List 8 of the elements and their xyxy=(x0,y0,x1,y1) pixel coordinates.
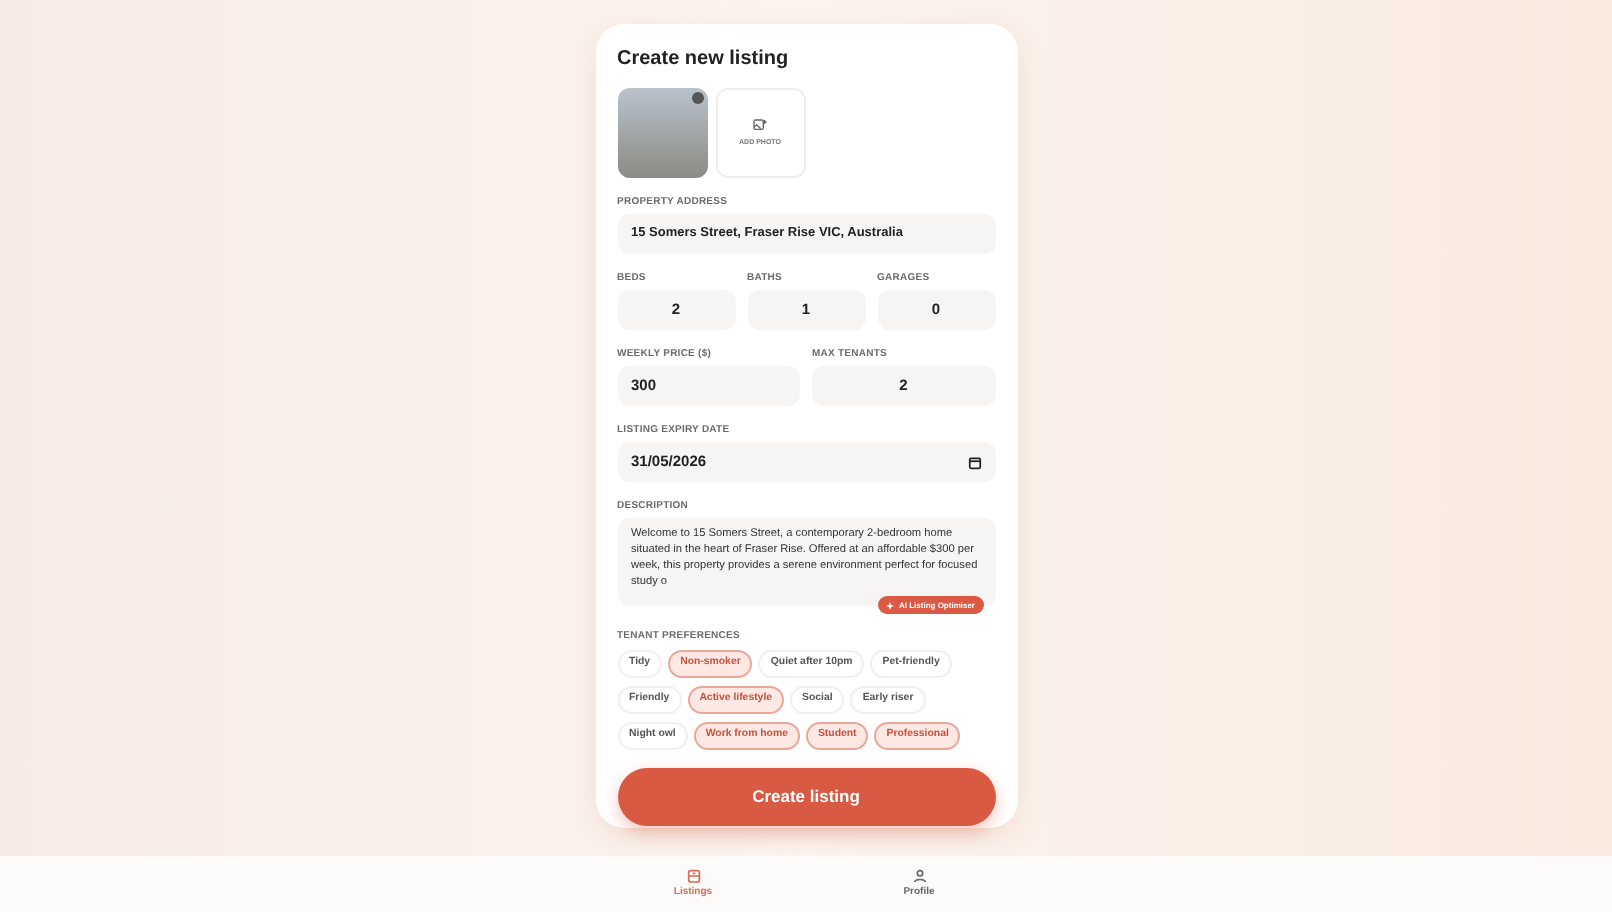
person-icon xyxy=(911,867,927,884)
house-icon xyxy=(685,867,701,884)
form-title: Create new listing xyxy=(617,46,791,74)
sparkle-icon xyxy=(886,601,895,609)
calendar-icon[interactable] xyxy=(967,455,981,469)
image-add-icon xyxy=(752,117,768,134)
photo-placeholder xyxy=(617,88,707,178)
create-listing-button[interactable]: Create listing xyxy=(617,768,995,826)
